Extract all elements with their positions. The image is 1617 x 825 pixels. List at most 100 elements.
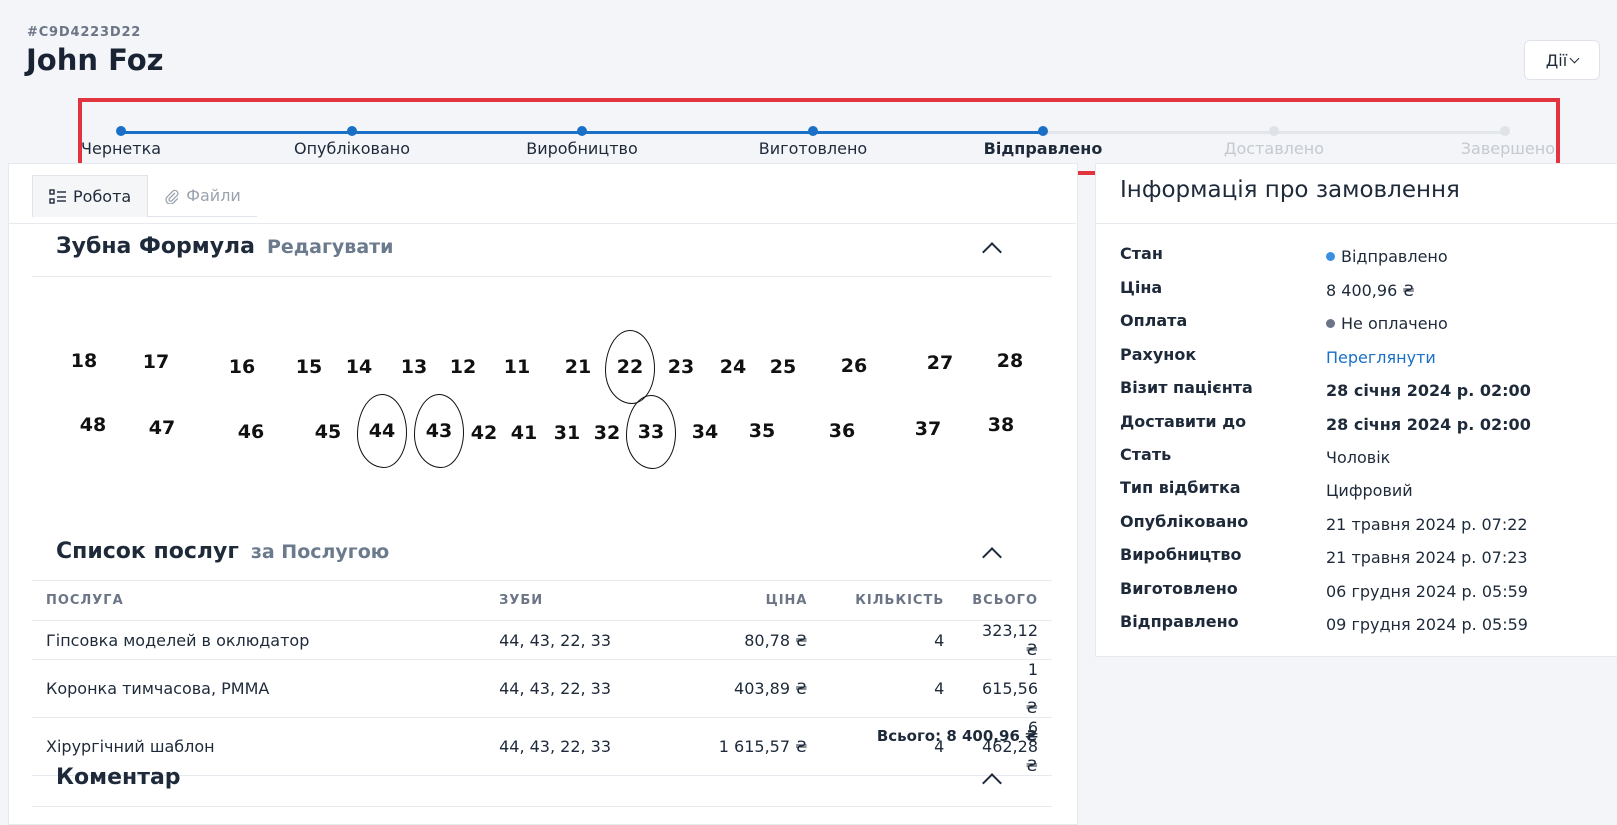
services-header: Список послуг за Послугою [56, 539, 389, 564]
lower-tooth-41[interactable]: 41 [511, 422, 537, 444]
service-qty: 4 [821, 620, 959, 660]
lower-tooth-47[interactable]: 47 [149, 417, 175, 439]
step-label: Відправлено [983, 139, 1103, 158]
info-row-invoice: Рахунок Переглянути [1120, 345, 1600, 369]
info-value: Цифровий [1326, 480, 1413, 500]
lower-tooth-33[interactable]: 33 [638, 421, 664, 443]
info-key: Виробництво [1120, 545, 1242, 564]
lower-tooth-42[interactable]: 42 [471, 422, 497, 444]
order-info-title: Інформація про замовлення [1120, 177, 1460, 203]
col-price: ЦІНА [694, 580, 822, 621]
step-label: Завершено [1460, 139, 1555, 158]
info-key: Ціна [1120, 278, 1163, 297]
step-label: Опубліковано [294, 139, 410, 158]
info-key: Опубліковано [1120, 512, 1249, 531]
step-dot [1269, 126, 1279, 136]
info-key: Виготовлено [1120, 579, 1238, 598]
step-dot [1500, 126, 1510, 136]
actions-label: Дії [1545, 50, 1568, 70]
info-value: Не оплачено [1326, 311, 1448, 335]
service-total: 1 615,56 ₴ [958, 659, 1052, 718]
info-key: Оплата [1120, 311, 1188, 330]
lower-tooth-46[interactable]: 46 [238, 421, 264, 443]
edit-link[interactable]: Редагувати [267, 236, 393, 258]
info-row-gender: Стать Чоловік [1120, 445, 1600, 469]
lower-tooth-32[interactable]: 32 [594, 422, 620, 444]
upper-tooth-27[interactable]: 27 [927, 352, 953, 374]
col-total: ВСЬОГО [958, 580, 1052, 621]
info-key: Стать [1120, 445, 1172, 464]
service-price: 80,78 ₴ [694, 620, 822, 660]
services-grand-total: Всього: 8 400,96 ₴ [876, 727, 1038, 745]
payment-text: Не оплачено [1341, 313, 1448, 333]
info-value: Чоловік [1326, 447, 1391, 467]
col-qty: КІЛЬКІСТЬ [821, 580, 959, 621]
info-row-manufactured: Виготовлено 06 грудня 2024 р. 05:59 [1120, 579, 1600, 603]
section-title: Коментар [56, 765, 181, 790]
step-label: Виготовлено [758, 139, 868, 158]
info-key: Рахунок [1120, 345, 1197, 364]
upper-tooth-24[interactable]: 24 [720, 356, 746, 378]
col-service: ПОСЛУГА [32, 580, 486, 621]
info-key: Стан [1120, 244, 1163, 263]
col-teeth: ЗУБИ [485, 580, 695, 621]
info-row-status: Стан Відправлено [1120, 244, 1600, 268]
actions-dropdown-button[interactable]: Дії [1524, 40, 1600, 80]
upper-tooth-28[interactable]: 28 [997, 350, 1023, 372]
info-value: 28 січня 2024 р. 02:00 [1326, 380, 1531, 400]
view-invoice-link[interactable]: Переглянути [1326, 345, 1436, 369]
section-divider [32, 276, 1052, 277]
tab-work[interactable]: Робота [32, 175, 149, 217]
comment-header: Коментар [56, 765, 181, 790]
upper-tooth-23[interactable]: 23 [668, 356, 694, 378]
info-row-price: Ціна 8 400,96 ₴ [1120, 278, 1600, 302]
upper-tooth-26[interactable]: 26 [841, 355, 867, 377]
info-value: 09 грудня 2024 р. 05:59 [1326, 614, 1528, 634]
info-row-shipped: Відправлено 09 грудня 2024 р. 05:59 [1120, 612, 1600, 636]
info-value: 8 400,96 ₴ [1326, 280, 1415, 300]
services-table: ПОСЛУГА ЗУБИ ЦІНА КІЛЬКІСТЬ ВСЬОГО Гіпсо… [32, 580, 1052, 776]
info-value: 21 травня 2024 р. 07:22 [1326, 514, 1528, 534]
lower-tooth-43[interactable]: 43 [426, 420, 452, 442]
tooth-formula-header: Зубна Формула Редагувати [56, 234, 393, 259]
order-id: #C9D4223D22 [27, 25, 142, 40]
table-row: Гіпсовка моделей в оклюдатор 44, 43, 22,… [32, 620, 1052, 660]
paperclip-icon [165, 189, 179, 204]
lower-tooth-48[interactable]: 48 [80, 414, 106, 436]
group-by-link[interactable]: за Послугою [251, 541, 389, 563]
lower-tooth-45[interactable]: 45 [315, 421, 341, 443]
tab-files[interactable]: Файли [148, 175, 257, 217]
lower-tooth-35[interactable]: 35 [749, 420, 775, 442]
upper-tooth-14[interactable]: 14 [346, 356, 372, 378]
upper-tooth-11[interactable]: 11 [504, 356, 530, 378]
upper-tooth-12[interactable]: 12 [450, 356, 476, 378]
lower-tooth-38[interactable]: 38 [988, 414, 1014, 436]
tab-label: Файли [186, 186, 241, 205]
step-dot [347, 126, 357, 136]
tab-label: Робота [73, 187, 132, 206]
service-teeth: 44, 43, 22, 33 [485, 620, 695, 660]
step-dot [577, 126, 587, 136]
upper-tooth-18[interactable]: 18 [71, 350, 97, 372]
payment-dot-icon [1326, 318, 1335, 328]
lower-tooth-34[interactable]: 34 [692, 421, 718, 443]
upper-tooth-13[interactable]: 13 [401, 356, 427, 378]
upper-tooth-22[interactable]: 22 [617, 356, 643, 378]
lower-tooth-31[interactable]: 31 [554, 422, 580, 444]
lower-tooth-44[interactable]: 44 [369, 420, 395, 442]
info-key: Візит пацієнта [1120, 378, 1253, 397]
step-label: Виробництво [526, 139, 638, 158]
upper-tooth-21[interactable]: 21 [565, 356, 591, 378]
section-title: Зубна Формула [56, 234, 255, 259]
upper-tooth-25[interactable]: 25 [770, 356, 796, 378]
upper-tooth-16[interactable]: 16 [229, 356, 255, 378]
lower-tooth-36[interactable]: 36 [829, 420, 855, 442]
chevron-down-icon [1569, 53, 1580, 63]
step-label: Чернетка [81, 139, 162, 158]
upper-tooth-17[interactable]: 17 [143, 351, 169, 373]
section-divider [32, 806, 1052, 807]
service-qty: 4 [821, 659, 959, 718]
info-value: 06 грудня 2024 р. 05:59 [1326, 581, 1528, 601]
lower-tooth-37[interactable]: 37 [915, 418, 941, 440]
upper-tooth-15[interactable]: 15 [296, 356, 322, 378]
